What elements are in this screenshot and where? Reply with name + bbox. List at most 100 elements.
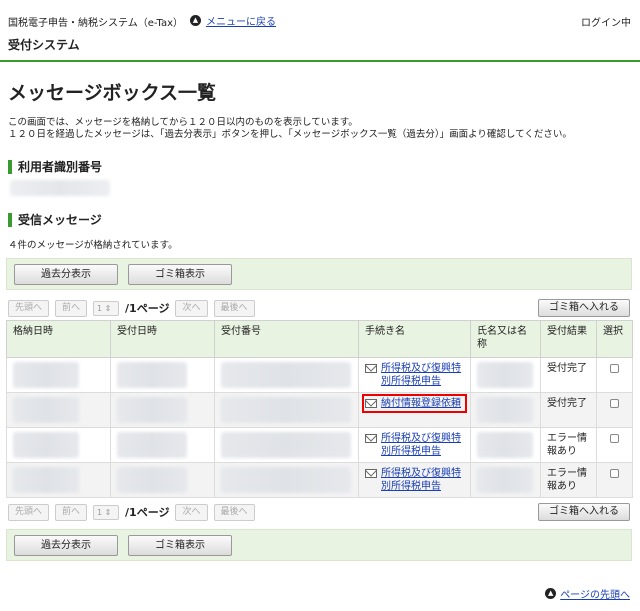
next-page-button[interactable]: 次へ: [175, 299, 208, 317]
message-count: ４件のメッセージが格納されています。: [8, 240, 178, 251]
last-page-button[interactable]: 最後へ: [213, 299, 255, 317]
receipt-number-cell: [214, 392, 359, 428]
menu-back-label[interactable]: メニューに戻る: [206, 13, 276, 28]
receipt-number-cell: [214, 357, 359, 393]
table-row[interactable]: 納付情報登録依頼 受付完了: [6, 392, 633, 428]
user-id-heading-label: 利用者識別番号: [18, 160, 103, 174]
redacted-value: [221, 467, 351, 493]
redacted-value: [117, 397, 187, 423]
column-header: 格納日時: [6, 320, 111, 358]
procedure-cell: 所得税及び復興特別所得税申告: [358, 462, 471, 498]
page-top-label[interactable]: ページの先頭へ: [560, 586, 630, 601]
prev-page-button[interactable]: 前へ: [55, 299, 88, 317]
column-header: 受付番号: [214, 320, 359, 358]
column-header: 受付結果: [540, 320, 597, 358]
redacted-value: [477, 467, 533, 493]
page-description: この画面では、メッセージを格納してから１２０日以内のものを表示しています。 １２…: [8, 117, 572, 141]
procedure-link[interactable]: 所得税及び復興特別所得税申告: [381, 467, 464, 493]
redacted-value: [117, 362, 187, 388]
name-cell: [470, 427, 541, 463]
page-select[interactable]: 1 ⇕: [93, 504, 120, 520]
system-name: 国税電子申告・納税システム（e-Tax）: [8, 18, 184, 29]
column-header: 選択: [596, 320, 633, 358]
past-messages-button[interactable]: 過去分表示: [14, 264, 118, 285]
procedure-cell: 所得税及び復興特別所得税申告: [358, 357, 471, 393]
button-panel-bottom: 過去分表示 ゴミ箱表示: [6, 529, 632, 561]
prev-page-button[interactable]: 前へ: [55, 503, 88, 521]
select-checkbox[interactable]: [610, 469, 619, 478]
column-header: 氏名又は名称: [470, 320, 541, 358]
received-datetime-cell: [110, 392, 215, 428]
envelope-icon: [365, 399, 377, 408]
first-page-button[interactable]: 先頭へ: [8, 299, 50, 317]
redacted-value: [221, 432, 351, 458]
procedure-link[interactable]: 所得税及び復興特別所得税申告: [381, 362, 464, 388]
menu-back-link[interactable]: ▲ メニューに戻る: [190, 13, 276, 28]
page-top-link[interactable]: ▲ ページの先頭へ: [545, 586, 630, 601]
receipt-number-cell: [214, 462, 359, 498]
pager-bottom: 先頭へ 前へ 1 ⇕ /1ページ 次へ 最後へ: [8, 503, 255, 521]
envelope-icon: [365, 364, 377, 373]
page-title: メッセージボックス一覧: [8, 82, 217, 104]
pager-top: 先頭へ 前へ 1 ⇕ /1ページ 次へ 最後へ: [8, 299, 255, 317]
first-page-button[interactable]: 先頭へ: [8, 503, 50, 521]
stored-datetime-cell: [6, 462, 111, 498]
table-header-row: 格納日時 受付日時 受付番号 手続き名 氏名又は名称 受付結果 選択: [6, 320, 633, 358]
redacted-value: [477, 432, 533, 458]
move-to-trash-button[interactable]: ゴミ箱へ入れる: [538, 503, 630, 521]
name-cell: [470, 462, 541, 498]
redacted-value: [117, 432, 187, 458]
result-cell: エラー情報あり: [540, 462, 597, 498]
redacted-value: [221, 397, 351, 423]
receipt-number-cell: [214, 427, 359, 463]
redacted-value: [117, 467, 187, 493]
redacted-value: [13, 432, 79, 458]
select-checkbox[interactable]: [610, 434, 619, 443]
chevron-up-circle-icon: ▲: [190, 15, 201, 26]
description-line: この画面では、メッセージを格納してから１２０日以内のものを表示しています。: [8, 117, 358, 128]
stored-datetime-cell: [6, 392, 111, 428]
name-cell: [470, 357, 541, 393]
heading-marker: [8, 159, 12, 174]
result-cell: エラー情報あり: [540, 427, 597, 463]
select-cell: [596, 462, 633, 498]
select-cell: [596, 357, 633, 393]
page-select[interactable]: 1 ⇕: [93, 300, 120, 316]
table-row[interactable]: 所得税及び復興特別所得税申告 エラー情報あり: [6, 427, 633, 463]
procedure-link[interactable]: 所得税及び復興特別所得税申告: [381, 432, 464, 458]
stored-datetime-cell: [6, 427, 111, 463]
column-header: 受付日時: [110, 320, 215, 358]
page-info: /1ページ: [125, 506, 170, 519]
description-line: １２０日を経過したメッセージは、「過去分表示」ボタンを押し、「メッセージボックス…: [8, 129, 572, 140]
last-page-button[interactable]: 最後へ: [213, 503, 255, 521]
page-select-value: 1: [97, 507, 103, 517]
name-cell: [470, 392, 541, 428]
envelope-icon: [365, 469, 377, 478]
chevron-up-circle-icon: ▲: [545, 588, 557, 599]
procedure-link[interactable]: 納付情報登録依頼: [381, 397, 461, 410]
inbox-heading: 受信メッセージ: [8, 211, 102, 228]
table-row[interactable]: 所得税及び復興特別所得税申告 エラー情報あり: [6, 462, 633, 498]
system-title: 受付システム: [8, 38, 80, 52]
highlighted-procedure: 納付情報登録依頼: [362, 394, 467, 413]
trash-view-button[interactable]: ゴミ箱表示: [128, 535, 232, 556]
procedure-cell: 納付情報登録依頼: [358, 392, 471, 428]
page-select-value: 1: [97, 303, 103, 313]
login-status: ログイン中: [581, 18, 631, 29]
table-row[interactable]: 所得税及び復興特別所得税申告 受付完了: [6, 357, 633, 393]
select-checkbox[interactable]: [610, 399, 619, 408]
move-to-trash-button[interactable]: ゴミ箱へ入れる: [538, 299, 630, 317]
button-panel-top: 過去分表示 ゴミ箱表示: [6, 258, 632, 290]
past-messages-button[interactable]: 過去分表示: [14, 535, 118, 556]
redacted-value: [477, 362, 533, 388]
stored-datetime-cell: [6, 357, 111, 393]
select-cell: [596, 427, 633, 463]
result-cell: 受付完了: [540, 392, 597, 428]
select-checkbox[interactable]: [610, 364, 619, 373]
user-id-value-redacted: [10, 180, 110, 196]
trash-view-button[interactable]: ゴミ箱表示: [128, 264, 232, 285]
redacted-value: [13, 467, 79, 493]
next-page-button[interactable]: 次へ: [175, 503, 208, 521]
received-datetime-cell: [110, 357, 215, 393]
message-table: 格納日時 受付日時 受付番号 手続き名 氏名又は名称 受付結果 選択 所得税及び…: [6, 320, 633, 498]
